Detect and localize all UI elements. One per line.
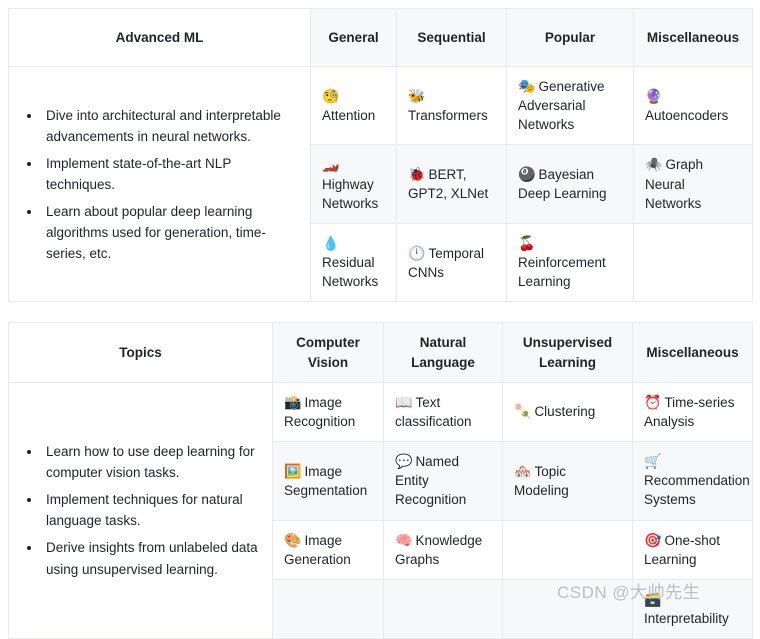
topics-table-head: Topics Computer Vision Natural Language … <box>8 322 753 383</box>
header-popular: Popular <box>506 8 634 67</box>
topic-cell-knowledge-graphs[interactable]: 🧠 Knowledge Graphs <box>383 519 503 580</box>
topics-table: Topics Computer Vision Natural Language … <box>8 322 753 639</box>
brain-icon: 🧠 <box>395 532 413 549</box>
advanced-ml-bullet-list: Dive into architectural and interpretabl… <box>20 105 299 264</box>
topic-cell-autoencoders[interactable]: 🔮 Autoencoders <box>633 65 753 146</box>
camera-with-flash-icon: 📸 <box>284 394 302 411</box>
header-miscellaneous: Miscellaneous <box>633 8 753 67</box>
topic-cell-graph-neural-networks[interactable]: 🕷️ Graph Neural Networks <box>633 144 753 224</box>
topic-label: Reinforcement Learning <box>518 255 606 290</box>
topic-cell-recommendation-systems[interactable]: 🛒 Recommendation Systems <box>632 441 753 521</box>
list-item: Learn about popular deep learning algori… <box>42 201 299 264</box>
topic-cell-empty <box>272 578 384 639</box>
shopping-cart-icon: 🛒 <box>644 454 662 471</box>
topic-cell-empty <box>502 578 633 639</box>
topic-label: Interpretability <box>644 610 729 626</box>
houses-icon: 🏘️ <box>514 463 532 480</box>
table-row: Dive into architectural and interpretabl… <box>8 65 753 303</box>
crystal-ball-icon: 🔮 <box>645 88 663 105</box>
advanced-ml-description-cell: Dive into architectural and interpretabl… <box>8 65 311 303</box>
topic-cell-residual-networks[interactable]: 💧 Residual Networks <box>310 222 397 303</box>
topic-cell-bayesian-deep-learning[interactable]: 🎱 Bayesian Deep Learning <box>506 144 634 224</box>
dango-icon: 🍡 <box>514 404 532 421</box>
list-item: Implement techniques for natural languag… <box>42 489 261 531</box>
clock-icon: 🕛 <box>408 245 426 262</box>
topic-label: Clustering <box>534 404 596 420</box>
header-miscellaneous: Miscellaneous <box>632 322 753 383</box>
topic-cell-temporal-cnns[interactable]: 🕛 Temporal CNNs <box>396 222 507 303</box>
table-header-row: Advanced ML General Sequential Popular M… <box>8 8 753 67</box>
pool-8-ball-icon: 🎱 <box>518 167 536 184</box>
page-root: Advanced ML General Sequential Popular M… <box>0 0 760 639</box>
topic-label: Residual Networks <box>322 255 379 290</box>
header-unsupervised-learning: Unsupervised Learning <box>502 322 633 383</box>
topic-cell-time-series-analysis[interactable]: ⏰ Time-series Analysis <box>632 381 753 443</box>
open-book-icon: 📖 <box>395 394 413 411</box>
advanced-ml-table: Advanced ML General Sequential Popular M… <box>8 8 753 303</box>
alarm-clock-icon: ⏰ <box>644 394 662 411</box>
spider-icon: 🕷️ <box>645 157 663 174</box>
topic-cell-text-classification[interactable]: 📖 Text classification <box>383 381 503 443</box>
topics-description-cell: Learn how to use deep learning for compu… <box>8 381 273 639</box>
list-item: Implement state-of-the-art NLP technique… <box>42 153 299 195</box>
droplet-icon: 💧 <box>322 235 340 252</box>
advanced-ml-table-body: Dive into architectural and interpretabl… <box>8 65 753 303</box>
topic-cell-reinforcement-learning[interactable]: 🍒 Reinforcement Learning <box>506 222 634 303</box>
topic-label: Transformers <box>408 107 488 123</box>
table-spacer <box>8 302 752 322</box>
topic-cell-empty <box>633 222 753 303</box>
topic-cell-image-recognition[interactable]: 📸 Image Recognition <box>272 381 384 443</box>
cherries-icon: 🍒 <box>518 235 536 252</box>
topic-label: Recommendation Systems <box>644 473 750 508</box>
list-item: Derive insights from unlabeled data usin… <box>42 537 261 579</box>
bullseye-icon: 🎯 <box>644 532 662 549</box>
topic-label: Autoencoders <box>645 107 729 123</box>
topic-cell-interpretability[interactable]: 🗃️ Interpretability <box>632 578 753 639</box>
header-natural-language: Natural Language <box>383 322 503 383</box>
topic-label: Highway Networks <box>322 176 379 211</box>
topic-cell-one-shot-learning[interactable]: 🎯 One-shot Learning <box>632 519 753 580</box>
ladybug-icon: 🐞 <box>408 167 426 184</box>
topic-cell-bert-gpt2-xlnet[interactable]: 🐞 BERT, GPT2, XLNet <box>396 144 507 224</box>
framed-picture-icon: 🖼️ <box>284 463 302 480</box>
topic-cell-empty <box>383 578 503 639</box>
topic-cell-named-entity-recognition[interactable]: 💬 Named Entity Recognition <box>383 441 503 521</box>
table-row: Learn how to use deep learning for compu… <box>8 381 753 639</box>
speech-balloon-icon: 💬 <box>395 454 413 471</box>
header-topics: Topics <box>8 322 273 383</box>
performing-arts-icon: 🎭 <box>518 79 536 95</box>
topic-cell-image-generation[interactable]: 🎨 Image Generation <box>272 519 384 580</box>
topic-cell-clustering[interactable]: 🍡 Clustering <box>502 381 633 443</box>
list-item: Dive into architectural and interpretabl… <box>42 105 299 147</box>
topic-cell-generative-adversarial-networks[interactable]: 🎭 Generative Adversarial Networks <box>506 65 634 146</box>
topic-cell-empty <box>502 519 633 580</box>
topics-table-body: Learn how to use deep learning for compu… <box>8 381 753 639</box>
topics-bullet-list: Learn how to use deep learning for compu… <box>20 441 261 579</box>
topic-cell-image-segmentation[interactable]: 🖼️ Image Segmentation <box>272 441 384 521</box>
artist-palette-icon: 🎨 <box>284 532 302 549</box>
advanced-ml-table-head: Advanced ML General Sequential Popular M… <box>8 8 753 67</box>
header-computer-vision: Computer Vision <box>272 322 384 383</box>
header-advanced-ml: Advanced ML <box>8 8 311 67</box>
topic-cell-highway-networks[interactable]: 🏎️ Highway Networks <box>310 144 397 224</box>
monocle-face-icon: 🧐 <box>322 88 340 105</box>
racing-car-icon: 🏎️ <box>322 157 340 174</box>
card-file-box-icon: 🗃️ <box>644 591 662 608</box>
topic-cell-topic-modeling[interactable]: 🏘️ Topic Modeling <box>502 441 633 521</box>
topic-cell-transformers[interactable]: 🐝 Transformers <box>396 65 507 146</box>
header-sequential: Sequential <box>396 8 507 67</box>
header-general: General <box>310 8 397 67</box>
topic-cell-attention[interactable]: 🧐 Attention <box>310 65 397 146</box>
honeybee-icon: 🐝 <box>408 88 426 105</box>
table-header-row: Topics Computer Vision Natural Language … <box>8 322 753 383</box>
topic-label: Attention <box>322 107 376 123</box>
list-item: Learn how to use deep learning for compu… <box>42 441 261 483</box>
